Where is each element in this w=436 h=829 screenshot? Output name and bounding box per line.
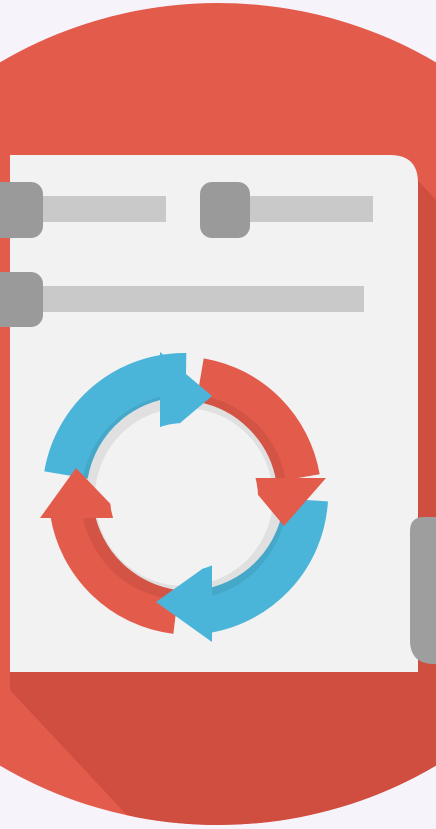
scrollbar <box>410 517 436 664</box>
slider-knob <box>0 272 43 327</box>
slider-track <box>10 286 364 312</box>
icon-canvas <box>0 0 436 829</box>
sync-settings-icon <box>0 3 436 825</box>
slider-knob <box>0 182 43 238</box>
slider-knob <box>200 182 250 238</box>
ring-center <box>110 423 258 571</box>
